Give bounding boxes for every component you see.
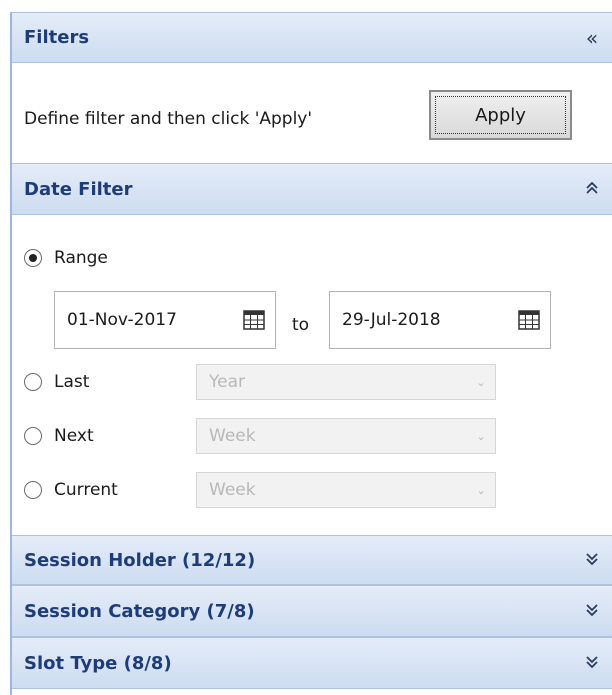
range-label: Range xyxy=(54,248,108,268)
session-holder-title: Session Holder (12/12) xyxy=(24,549,256,571)
double-chevron-down-icon[interactable] xyxy=(572,651,612,675)
next-option[interactable]: Next xyxy=(24,426,94,446)
to-date-value: 29-Jul-2018 xyxy=(342,310,441,330)
double-chevron-down-icon[interactable] xyxy=(572,599,612,623)
range-option[interactable]: Range xyxy=(24,248,108,268)
to-label: to xyxy=(292,315,310,335)
filters-title: Filters xyxy=(24,27,90,48)
session-holder-header[interactable]: Session Holder (12/12) xyxy=(12,535,612,585)
instruction-row: Define filter and then click 'Apply' App… xyxy=(12,75,612,163)
last-period-select[interactable]: Year ⌄ xyxy=(196,364,496,400)
range-radio[interactable] xyxy=(24,249,42,267)
session-category-title: Session Category (7/8) xyxy=(24,600,255,622)
session-category-header[interactable]: Session Category (7/8) xyxy=(12,585,612,637)
current-label: Current xyxy=(54,480,118,500)
last-radio[interactable] xyxy=(24,373,42,391)
date-filter-title: Date Filter xyxy=(24,178,133,200)
current-option[interactable]: Current xyxy=(24,480,118,500)
last-label: Last xyxy=(54,372,90,392)
instruction-text: Define filter and then click 'Apply' xyxy=(24,109,313,129)
chevron-down-icon: ⌄ xyxy=(476,483,486,497)
next-period-value: Week xyxy=(209,426,256,446)
focus-outline xyxy=(435,96,566,134)
last-period-value: Year xyxy=(209,372,245,392)
next-radio[interactable] xyxy=(24,427,42,445)
current-radio[interactable] xyxy=(24,481,42,499)
next-label: Next xyxy=(54,426,94,446)
double-chevron-down-icon[interactable] xyxy=(572,548,612,572)
radio-selected-dot xyxy=(29,254,37,262)
filters-header: Filters « xyxy=(12,12,612,63)
date-filter-header[interactable]: Date Filter xyxy=(12,163,612,215)
collapse-panel-icon[interactable]: « xyxy=(572,26,612,50)
next-period-select[interactable]: Week ⌄ xyxy=(196,418,496,454)
calendar-icon[interactable] xyxy=(233,310,275,330)
calendar-icon[interactable] xyxy=(508,310,550,330)
chevron-down-icon: ⌄ xyxy=(476,375,486,389)
filters-panel: Filters « Define filter and then click '… xyxy=(10,12,612,695)
apply-button[interactable]: Apply xyxy=(429,90,572,140)
from-date-value: 01-Nov-2017 xyxy=(67,310,177,330)
double-chevron-up-icon[interactable] xyxy=(572,177,612,201)
slot-type-header[interactable]: Slot Type (8/8) xyxy=(12,637,612,689)
last-option[interactable]: Last xyxy=(24,372,89,392)
current-period-value: Week xyxy=(209,480,256,500)
chevron-down-icon: ⌄ xyxy=(476,429,486,443)
slot-type-title: Slot Type (8/8) xyxy=(24,652,172,674)
from-date-input[interactable]: 01-Nov-2017 xyxy=(54,291,276,349)
to-date-input[interactable]: 29-Jul-2018 xyxy=(329,291,551,349)
current-period-select[interactable]: Week ⌄ xyxy=(196,472,496,508)
